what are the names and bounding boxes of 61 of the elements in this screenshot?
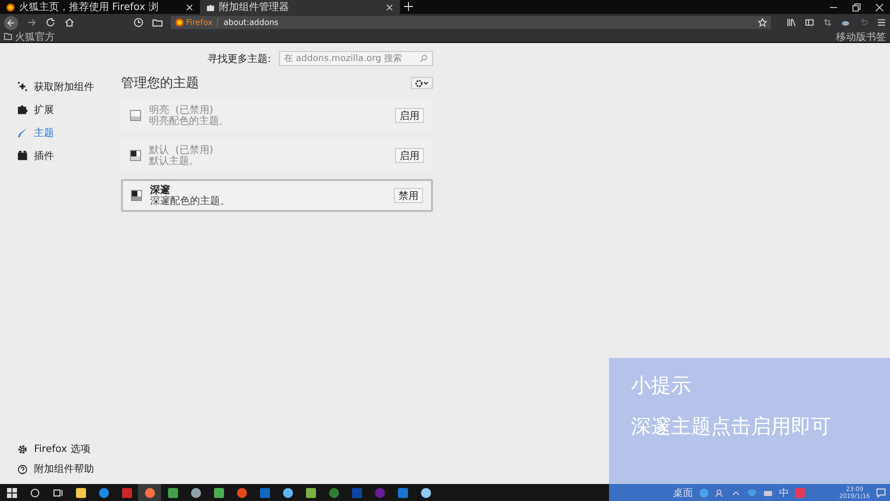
back-icon[interactable] — [4, 16, 18, 30]
bookmark-item[interactable]: 火狐官方 — [15, 30, 55, 44]
desktop-label[interactable]: 桌面 — [673, 486, 693, 500]
theme-description: 明亮配色的主题。 — [149, 116, 229, 126]
theme-description: 默认主题。 — [149, 156, 200, 166]
browser-tab[interactable]: 附加组件管理器 — [200, 0, 400, 14]
tab-title: 附加组件管理器 — [219, 0, 289, 14]
theme-toggle-button[interactable]: 禁用 — [394, 188, 423, 203]
menu-icon[interactable] — [877, 18, 886, 27]
close-icon[interactable] — [185, 2, 194, 12]
star-icon[interactable] — [758, 18, 767, 27]
puzzle-icon — [206, 2, 215, 12]
footer-link[interactable]: Firefox 选项 — [17, 442, 121, 456]
crop-icon[interactable] — [823, 18, 832, 27]
footer-link[interactable]: 附加组件帮助 — [17, 462, 121, 476]
ime-indicator[interactable]: 中 — [779, 486, 789, 500]
search-label: 寻找更多主题: — [208, 52, 271, 66]
folder-icon[interactable] — [152, 17, 163, 28]
tools-menu-button[interactable] — [411, 77, 433, 89]
fox-globe-icon — [6, 2, 15, 12]
theme-name: 深邃 — [150, 184, 171, 196]
address-bar[interactable]: Firefox about:addons — [171, 16, 771, 29]
theme-name: 默认 (已禁用) — [149, 144, 214, 156]
tab-title: 火狐主页，推荐使用 Firefox 浏 — [19, 0, 158, 14]
tip-title: 小提示 — [631, 372, 691, 399]
page-heading: 管理您的主题 — [121, 75, 199, 92]
folder-icon — [4, 33, 12, 40]
theme-preview-icon — [130, 150, 141, 161]
theme-preview-icon — [130, 110, 141, 121]
home-icon[interactable] — [64, 17, 75, 28]
fox-globe-icon — [175, 18, 184, 27]
close-icon[interactable] — [875, 2, 884, 12]
theme-description: 深邃配色的主题。 — [150, 196, 230, 206]
search-icon — [419, 54, 428, 63]
notification-icon[interactable] — [876, 488, 886, 498]
restore-icon[interactable] — [852, 2, 861, 12]
sidebar-item[interactable]: 插件 — [17, 144, 121, 167]
sidebar-item[interactable]: 主题 — [17, 121, 121, 144]
cloud-icon[interactable] — [841, 18, 850, 27]
new-tab-icon[interactable] — [404, 2, 413, 11]
reload-icon[interactable] — [45, 17, 56, 28]
sidebar-icon[interactable] — [805, 18, 814, 27]
people-icon[interactable] — [715, 488, 725, 498]
tip-text: 深邃主题点击启用即可 — [631, 413, 831, 440]
theme-name: 明亮 (已禁用) — [149, 104, 214, 116]
sidebar-item[interactable]: 扩展 — [17, 98, 121, 121]
block-icon — [17, 150, 28, 161]
clock-icon[interactable] — [133, 17, 144, 28]
forward-icon[interactable] — [26, 17, 37, 28]
url-text: about:addons — [223, 18, 278, 27]
theme-preview-icon — [131, 190, 142, 201]
browser-tab[interactable]: 火狐主页，推荐使用 Firefox 浏 — [0, 0, 200, 14]
theme-card[interactable]: 深邃 深邃配色的主题。 禁用 — [121, 179, 433, 212]
settings-icon — [17, 444, 28, 454]
puzzle-sparkle-icon — [17, 81, 28, 92]
library-icon[interactable] — [787, 18, 796, 27]
brush-icon — [17, 127, 28, 138]
bookmark-item[interactable]: 移动版书签 — [836, 30, 886, 44]
close-icon[interactable] — [385, 2, 394, 12]
sidebar-item[interactable]: 获取附加组件 — [17, 75, 121, 98]
puzzle-icon — [17, 104, 28, 115]
